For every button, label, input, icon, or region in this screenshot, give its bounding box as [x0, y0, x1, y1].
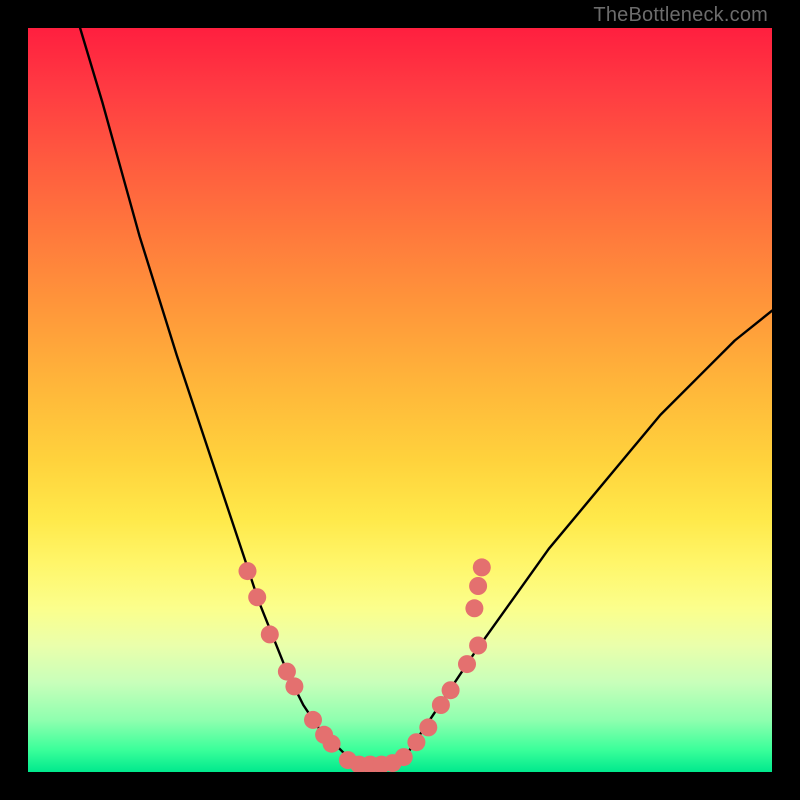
data-point-marker — [469, 637, 487, 655]
data-point-marker — [323, 735, 341, 753]
data-point-marker — [473, 558, 491, 576]
plot-area — [28, 28, 772, 772]
bottleneck-curve-line — [80, 28, 772, 765]
highlighted-points-group — [239, 558, 491, 772]
data-point-marker — [419, 718, 437, 736]
data-point-marker — [248, 588, 266, 606]
watermark-text: TheBottleneck.com — [593, 4, 768, 27]
data-point-marker — [239, 562, 257, 580]
data-point-marker — [395, 748, 413, 766]
data-point-marker — [407, 733, 425, 751]
data-point-marker — [285, 677, 303, 695]
data-point-marker — [458, 655, 476, 673]
data-point-marker — [432, 696, 450, 714]
data-point-marker — [304, 711, 322, 729]
chart-svg — [28, 28, 772, 772]
data-point-marker — [469, 577, 487, 595]
data-point-marker — [465, 599, 483, 617]
data-point-marker — [442, 681, 460, 699]
data-point-marker — [261, 625, 279, 643]
chart-frame: TheBottleneck.com — [0, 0, 800, 800]
